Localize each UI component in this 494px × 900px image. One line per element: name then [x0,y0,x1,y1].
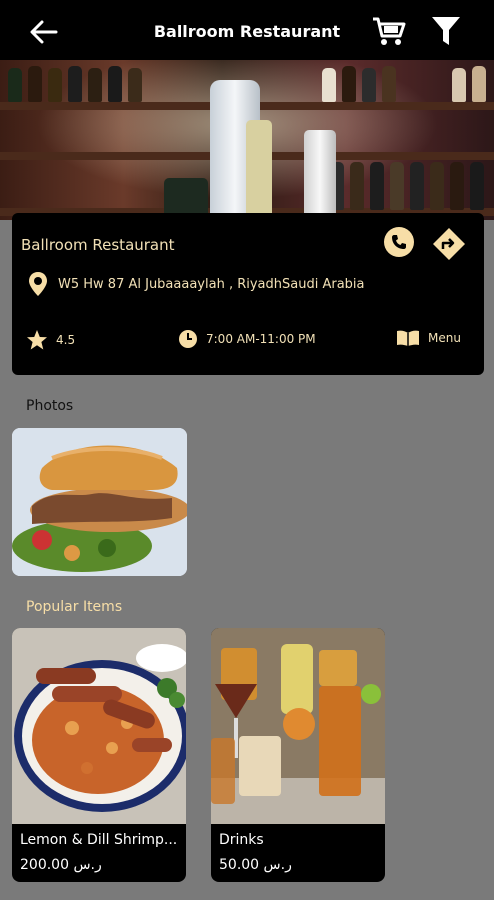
phone-icon [392,235,406,249]
restaurant-name: Ballroom Restaurant [21,236,175,254]
star-icon [27,330,47,350]
location-pin-icon [29,272,47,296]
item-image [211,628,385,824]
item-name: Lemon & Dill Shrimp... [20,832,178,848]
directions-icon [433,228,465,260]
cart-button[interactable] [370,12,408,50]
item-price: 200.00 ر.س [20,857,102,873]
photo-thumbnail[interactable] [12,428,187,576]
clock-icon [179,330,197,348]
hours-text: 7:00 AM-11:00 PM [206,332,316,346]
directions-button[interactable] [432,227,466,261]
address-row: W5 Hw 87 Al Jubaaaaylah , RiyadhSaudi Ar… [28,271,365,297]
item-image [12,628,186,824]
page-title: Ballroom Restaurant [153,22,341,41]
filter-icon [432,17,460,45]
item-price: 50.00 ر.س [219,857,292,873]
photos-section-title: Photos [26,398,74,414]
filter-button[interactable] [428,12,464,50]
menu-label: Menu [428,331,461,345]
restaurant-info-card: Ballroom Restaurant W5 Hw 87 Al Jubaaaay… [12,213,484,375]
popular-items-title: Popular Items [26,599,123,615]
sandwich-photo [12,428,187,576]
popular-item-card[interactable]: Drinks 50.00 ر.س [211,628,385,882]
rating-value: 4.5 [56,333,76,347]
shrimp-dish-photo [12,628,186,824]
item-name: Drinks [219,832,264,848]
restaurant-meta-row: 4.5 7:00 AM-11:00 PM Menu [26,329,470,353]
address-text: W5 Hw 87 Al Jubaaaaylah , RiyadhSaudi Ar… [58,276,365,292]
call-button[interactable] [384,227,414,257]
popular-item-card[interactable]: Lemon & Dill Shrimp... 200.00 ر.س [12,628,186,882]
app-bar: Ballroom Restaurant [0,0,494,60]
menu-book-icon [397,330,419,346]
opening-hours: 7:00 AM-11:00 PM [178,329,316,349]
rating: 4.5 [26,329,75,351]
restaurant-cover-image [0,60,494,220]
menu-button[interactable]: Menu [396,329,461,347]
cart-icon [373,17,406,45]
drinks-photo [211,628,385,824]
